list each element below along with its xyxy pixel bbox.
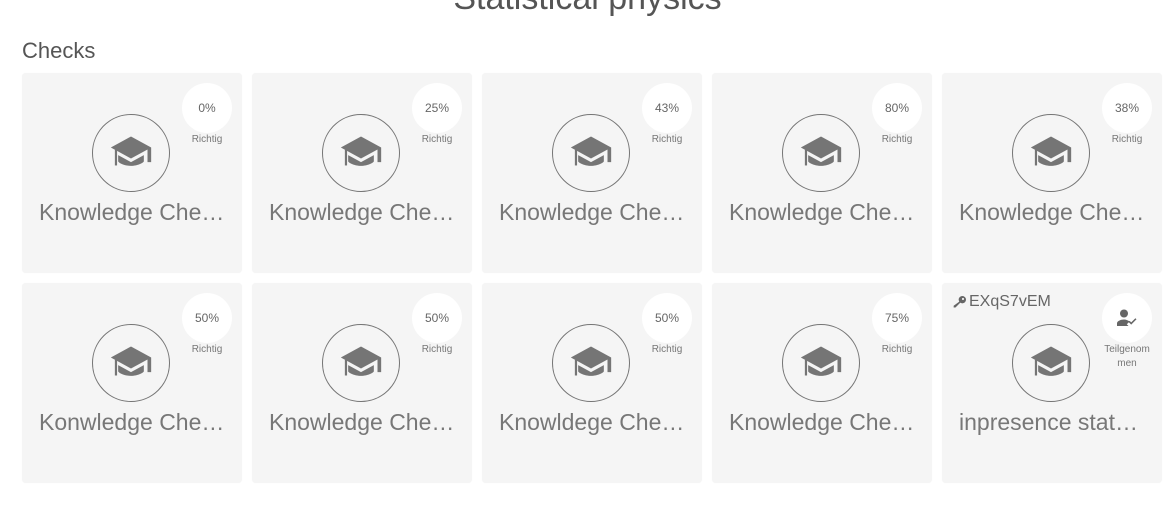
graduation-cap-icon [552,114,630,192]
check-card[interactable]: 75% Richtig Knowledge Che… [712,283,932,483]
graduation-cap-icon [1012,324,1090,402]
participation-label: Teilgenom men [1104,344,1150,369]
check-card[interactable]: 25% Richtig Knowledge Che… [252,73,472,273]
score-badge: 50% [182,293,232,343]
score-badge: 50% [412,293,462,343]
graduation-cap-icon [1012,114,1090,192]
score-label: Richtig [881,344,913,355]
score-badge: 50% [642,293,692,343]
check-card[interactable]: 50% Richtig Konwledge Che… [22,283,242,483]
section-title: Checks [22,38,96,63]
score-label: Richtig [651,134,683,145]
score-badge: 38% [1102,83,1152,133]
score-badge: 75% [872,293,922,343]
share-code[interactable]: EXqS7vEM [952,293,1051,311]
course-title: Statistical physics [0,0,1175,18]
page: Statistical physics Checks 0%RichtigKnow… [0,0,1175,520]
check-title: Knowledge Che… [269,409,455,435]
score-badge: 80% [872,83,922,133]
check-title: Knowldege Che… [499,409,685,435]
check-card[interactable]: 80% Richtig Knowledge Che… [712,73,932,273]
shared-check-card[interactable]: EXqS7vEM Teilgenom men inpresence stat… [942,283,1162,483]
check-card[interactable]: 50% Richtig Knowledge Che… [252,283,472,483]
score-badge: 43% [642,83,692,133]
score-label: Richtig [881,134,913,145]
check-title: Knowledge Che… [39,199,225,225]
graduation-cap-icon [552,324,630,402]
check-title: Knowledge Che… [729,199,915,225]
key-icon [952,294,969,310]
check-card[interactable]: 50% Richtig Knowldege Che… [482,283,702,483]
checks-grid: 0% Richtig Knowledge Che… 25% Richtig Knowled… [22,73,1162,483]
graduation-cap-icon [782,324,860,402]
score-label: Richtig [421,134,453,145]
score-label: Richtig [1111,134,1143,145]
check-title: Knowledge Che… [269,199,455,225]
check-title: inpresence stat… [959,409,1138,435]
score-label: Richtig [191,134,223,145]
check-title: Knowledge Che… [499,199,685,225]
score-badge: 0% [182,83,232,133]
graduation-cap-icon [782,114,860,192]
check-title: Knowledge Che… [959,199,1145,225]
score-label: Richtig [191,344,223,355]
check-title: Knowledge Che… [729,409,915,435]
graduation-cap-icon [92,114,170,192]
score-label: Richtig [651,344,683,355]
check-title: Konwledge Che… [39,409,225,435]
person-check-icon [1102,293,1152,343]
check-card[interactable]: 38% Richtig Knowledge Che… [942,73,1162,273]
check-card[interactable]: 43% Richtig Knowledge Che… [482,73,702,273]
share-code-text: EXqS7vEM [969,293,1051,310]
graduation-cap-icon [92,324,170,402]
graduation-cap-icon [322,114,400,192]
score-badge: 25% [412,83,462,133]
check-card[interactable]: 0% Richtig Knowledge Che… [22,73,242,273]
graduation-cap-icon [322,324,400,402]
score-label: Richtig [421,344,453,355]
